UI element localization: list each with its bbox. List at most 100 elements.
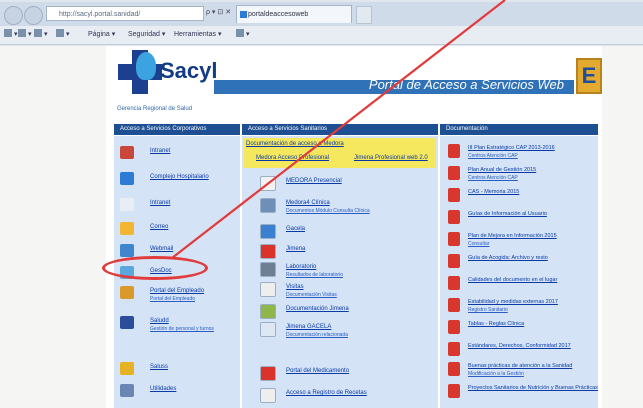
- portal-header-bar: Portal de Acceso a Servicios Web: [214, 77, 574, 94]
- sanitary-app-sublink[interactable]: Documentos Módulo Consulta Clínica: [286, 208, 370, 214]
- app-icon[interactable]: [260, 176, 276, 191]
- command-bar-item[interactable]: ▾: [34, 26, 48, 44]
- app-icon[interactable]: [120, 222, 134, 235]
- browser-tab[interactable]: portaldeaccesoweb: [236, 5, 352, 23]
- sanitary-app-link[interactable]: Laboratorio: [286, 264, 316, 270]
- pdf-document-icon[interactable]: [448, 232, 460, 246]
- document-link[interactable]: CAS - Memoria 2015: [468, 189, 519, 195]
- document-link[interactable]: Guía de Acogida: Archivo y resto: [468, 255, 548, 261]
- pdf-document-icon[interactable]: [448, 384, 460, 398]
- app-icon[interactable]: [120, 198, 134, 211]
- command-bar-item[interactable]: Seguridad ▾: [128, 26, 165, 44]
- corporate-app-link[interactable]: Saluss: [150, 364, 168, 370]
- command-bar-label: ▾: [28, 31, 32, 38]
- app-icon[interactable]: [120, 172, 134, 185]
- pdf-document-icon[interactable]: [448, 188, 460, 202]
- document-sublink[interactable]: Consultar: [468, 241, 489, 247]
- command-bar-item[interactable]: ▾: [4, 26, 18, 44]
- pdf-document-icon[interactable]: [448, 362, 460, 376]
- app-icon[interactable]: [260, 244, 276, 259]
- command-bar-label: ▾: [246, 31, 250, 38]
- app-icon[interactable]: [260, 388, 276, 403]
- sanitary-app-link[interactable]: Gacela: [286, 226, 305, 232]
- app-icon[interactable]: [260, 224, 276, 239]
- document-link[interactable]: Guías de Información al Usuario: [468, 211, 547, 217]
- sanitary-app-link[interactable]: Acceso a Registro de Recetas: [286, 390, 367, 396]
- sanitary-app-sublink[interactable]: Documentación Visitas: [286, 292, 337, 298]
- pdf-document-icon[interactable]: [448, 320, 460, 334]
- sanitary-app-sublink[interactable]: Resultados de laboratorio: [286, 272, 343, 278]
- pdf-document-icon[interactable]: [448, 144, 460, 158]
- app-icon[interactable]: [260, 282, 276, 297]
- back-button[interactable]: [4, 6, 23, 25]
- corporate-app-link[interactable]: Saludd: [150, 318, 169, 324]
- address-bar[interactable]: http://sacyl.portal.sanidad/: [46, 6, 204, 21]
- document-link[interactable]: Plan Anual de Gestión 2015: [468, 167, 536, 173]
- document-sublink[interactable]: Centros Atención CAP: [468, 175, 518, 181]
- forward-button[interactable]: [24, 6, 43, 25]
- corporate-app-sublink[interactable]: Portal del Empleado: [150, 296, 195, 302]
- sanitary-app-link[interactable]: Jimena: [286, 246, 305, 252]
- app-icon[interactable]: [120, 286, 134, 299]
- app-icon[interactable]: [260, 262, 276, 277]
- app-icon[interactable]: [120, 384, 134, 397]
- corporate-app-link[interactable]: Complejo Hospitalario: [150, 174, 209, 180]
- corporate-app-link[interactable]: Portal del Empleado: [150, 288, 204, 294]
- corporate-app-link[interactable]: Intranet: [150, 200, 170, 206]
- new-tab-button[interactable]: [356, 6, 372, 24]
- medora-pro-link[interactable]: Medora Acceso Profesional: [256, 155, 329, 161]
- app-icon[interactable]: [260, 198, 276, 213]
- sanitary-app-sublink[interactable]: Documentación relacionada: [286, 332, 348, 338]
- sanitary-app-link[interactable]: Documentación Jimena: [286, 306, 349, 312]
- command-bar-item[interactable]: ▾: [236, 26, 250, 44]
- document-sublink[interactable]: Centros Atención CAP: [468, 153, 518, 159]
- pdf-document-icon[interactable]: [448, 166, 460, 180]
- annotation-ellipse: [102, 256, 208, 280]
- corporate-app-sublink[interactable]: Gestión de personal y turnos: [150, 326, 214, 332]
- command-bar-item[interactable]: Página ▾: [88, 26, 115, 44]
- address-bar-icons[interactable]: ρ ▾ ⊡ ✕: [206, 8, 231, 16]
- document-sublink[interactable]: Modificación a la Gestión: [468, 371, 524, 377]
- logo-subtitle: Gerencia Regional de Salud: [117, 106, 193, 112]
- app-icon[interactable]: [260, 304, 276, 319]
- command-bar-item[interactable]: ▾: [18, 26, 32, 44]
- pdf-document-icon[interactable]: [448, 342, 460, 356]
- command-bar-item[interactable]: ▾: [56, 26, 70, 44]
- document-link[interactable]: Calidades del documento en el lugar: [468, 277, 557, 283]
- corporate-app-link[interactable]: Utilidades: [150, 386, 176, 392]
- app-icon[interactable]: [260, 366, 276, 381]
- sanitary-app-link[interactable]: Visitas: [286, 284, 304, 290]
- document-sublink[interactable]: Registro Sanitario: [468, 307, 508, 313]
- command-bar: ▾ ▾ ▾ ▾ Página ▾ Seguridad ▾ Herramientas ▾ ▾: [0, 26, 643, 45]
- corporate-app-link[interactable]: Intranet: [150, 148, 170, 154]
- pdf-document-icon[interactable]: [448, 210, 460, 224]
- app-icon[interactable]: [120, 146, 134, 159]
- pdf-document-icon[interactable]: [448, 298, 460, 312]
- corporate-app-link[interactable]: Correo: [150, 224, 168, 230]
- pdf-document-icon[interactable]: [448, 254, 460, 268]
- command-bar-item[interactable]: Herramientas ▾: [174, 26, 221, 44]
- document-link[interactable]: Buenas prácticas de atención a la Sanida…: [468, 363, 572, 369]
- column-documentation: III Plan Estratégico CAP 2013-2016 Centro…: [440, 136, 598, 408]
- jimena-pro-link[interactable]: Jimena Profesional web 2.0: [354, 155, 428, 161]
- sanitary-app-link[interactable]: Portal del Medicamento: [286, 368, 349, 374]
- sanitary-app-link[interactable]: Medora4 Clínica: [286, 200, 330, 206]
- document-link[interactable]: Estándares, Derechos, Conformidad 2017: [468, 343, 571, 349]
- sanitary-app-link[interactable]: MEDORA Presencial: [286, 178, 342, 184]
- pdf-document-icon[interactable]: [448, 276, 460, 290]
- corporate-app-link[interactable]: Webmail: [150, 246, 173, 252]
- app-icon[interactable]: [120, 244, 134, 257]
- document-link[interactable]: Plan de Mejora en Información 2015: [468, 233, 557, 239]
- document-link[interactable]: Tablas - Reglas Clínica: [468, 321, 524, 327]
- app-icon[interactable]: [120, 362, 134, 375]
- help-icon: [236, 29, 244, 37]
- app-icon[interactable]: [120, 316, 134, 329]
- app-icon[interactable]: [260, 322, 276, 337]
- document-link[interactable]: Proyectos Sanitarios de Nutrición y Buen…: [468, 385, 598, 391]
- sanitary-app-link[interactable]: Jimena GACELA: [286, 324, 331, 330]
- e-badge: E: [576, 58, 602, 94]
- command-bar-label: ▾: [44, 31, 48, 38]
- document-link[interactable]: Estabilidad y medidas externas 2017: [468, 299, 558, 305]
- medora-docs-link[interactable]: Documentación de acceso a Medora: [246, 141, 344, 147]
- document-link[interactable]: III Plan Estratégico CAP 2013-2016: [468, 145, 555, 151]
